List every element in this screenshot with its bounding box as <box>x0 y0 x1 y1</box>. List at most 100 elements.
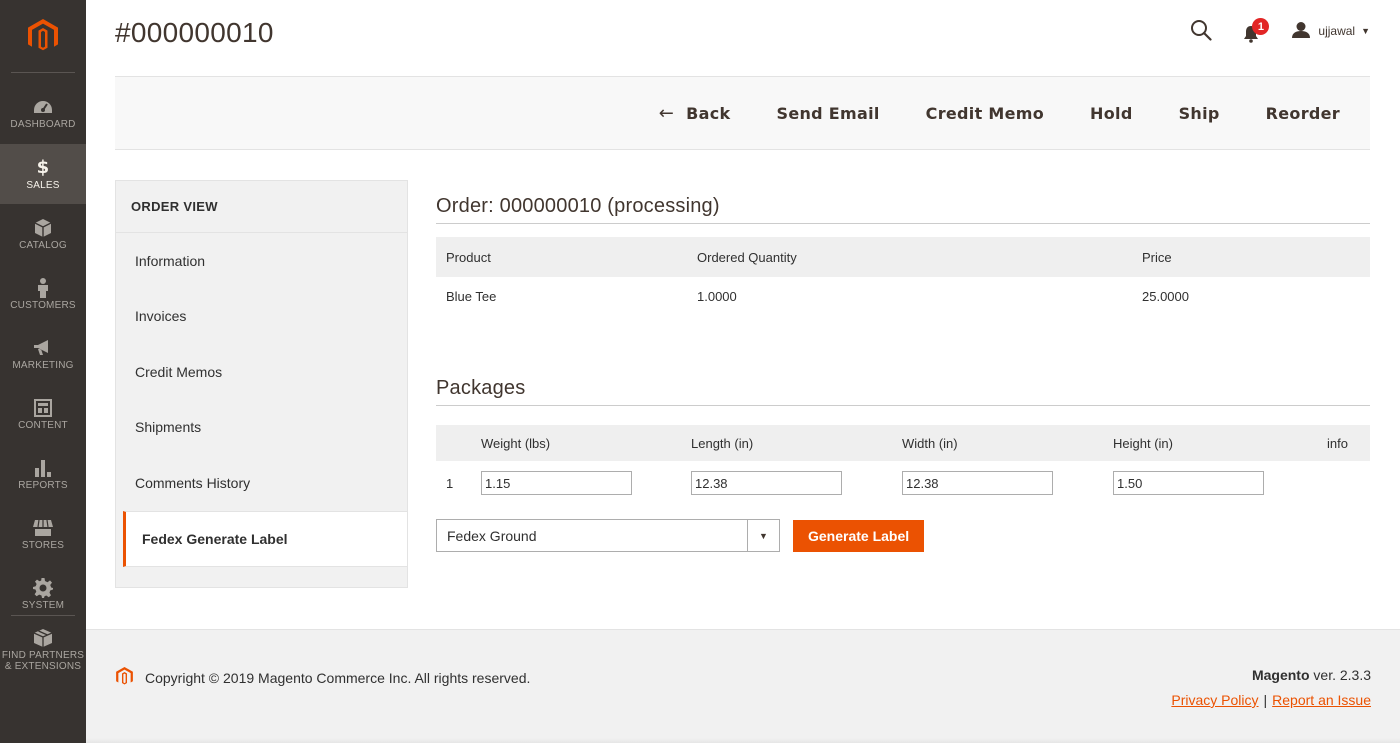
gear-icon <box>33 577 53 598</box>
package-index: 1 <box>446 475 454 491</box>
tabs-title: ORDER VIEW <box>116 181 407 233</box>
product-name: Blue Tee <box>446 288 497 304</box>
order-title: Order: 000000010 (processing) <box>436 195 1370 224</box>
column-header: Width (in) <box>902 435 958 451</box>
page-footer: Copyright © 2019 Magento Commerce Inc. A… <box>86 629 1400 743</box>
version-text: ver. 2.3.3 <box>1309 667 1371 683</box>
ship-button[interactable]: Ship <box>1179 104 1220 123</box>
person-icon <box>37 277 49 298</box>
menu-divider <box>11 72 75 73</box>
column-header: Weight (lbs) <box>481 435 551 451</box>
menu-label: STORES <box>21 539 65 551</box>
column-header: Ordered Quantity <box>697 249 797 265</box>
menu-item-stores[interactable]: STORES <box>0 504 86 564</box>
back-button[interactable]: ← Back <box>659 103 731 124</box>
menu-item-dashboard[interactable]: DASHBOARD <box>0 83 86 143</box>
weight-input[interactable] <box>481 471 632 495</box>
user-menu[interactable]: ujjawal ▼ <box>1292 21 1370 41</box>
table-row: 1 <box>436 461 1370 505</box>
megaphone-icon <box>34 338 52 358</box>
bottom-edge <box>86 738 1400 743</box>
user-icon <box>1292 21 1311 41</box>
magento-logo-icon <box>28 19 58 51</box>
page-actions-bar: ← Back Send Email Credit Memo Hold Ship … <box>115 77 1370 150</box>
tab-comments-history[interactable]: Comments History <box>116 455 407 511</box>
tab-information[interactable]: Information <box>116 233 407 289</box>
menu-divider <box>11 615 75 616</box>
search-icon[interactable] <box>1190 19 1214 43</box>
dollar-icon: $ <box>36 157 50 178</box>
username: ujjawal <box>1318 24 1356 38</box>
magento-logo-icon <box>116 667 133 689</box>
order-view-tabs: ORDER VIEW Information Invoices Credit M… <box>115 180 408 588</box>
menu-item-sales[interactable]: $ SALES <box>0 144 86 204</box>
menu-label: SALES <box>26 179 60 191</box>
column-header: info <box>1327 435 1348 451</box>
menu-label: CONTENT <box>18 419 68 431</box>
notifications-bell[interactable]: 1 <box>1242 17 1270 45</box>
page-title: #000000010 <box>115 17 274 48</box>
price: 25.0000 <box>1142 288 1189 304</box>
footer-version: Magento ver. 2.3.3 Privacy Policy | Report… <box>1171 667 1371 708</box>
menu-label: CATALOG <box>19 239 67 251</box>
height-input[interactable] <box>1113 471 1264 495</box>
box-icon <box>35 218 51 238</box>
width-input[interactable] <box>902 471 1053 495</box>
menu-label: MARKETING <box>12 359 74 371</box>
tab-credit-memos[interactable]: Credit Memos <box>116 344 407 400</box>
credit-memo-button[interactable]: Credit Memo <box>926 104 1044 123</box>
notification-badge: 1 <box>1252 18 1270 35</box>
selected-shipping-method: Fedex Ground <box>447 527 537 544</box>
packages-table: Weight (lbs) Length (in) Width (in) Heig… <box>436 425 1370 505</box>
back-label: Back <box>686 104 731 123</box>
link-separator: | <box>1263 692 1268 708</box>
menu-item-marketing[interactable]: MARKETING <box>0 324 86 384</box>
shipping-controls: Fedex Ground ▼ Generate Label <box>436 519 925 552</box>
menu-item-catalog[interactable]: CATALOG <box>0 204 86 264</box>
menu-label: REPORTS <box>18 479 68 491</box>
footer-copyright: Copyright © 2019 Magento Commerce Inc. A… <box>116 667 530 689</box>
brand-name: Magento <box>1251 667 1310 683</box>
menu-label: FIND PARTNERS <box>1 650 85 661</box>
tab-fedex-generate-label[interactable]: Fedex Generate Label <box>123 510 407 567</box>
hold-button[interactable]: Hold <box>1090 104 1133 123</box>
length-input[interactable] <box>691 471 842 495</box>
menu-label: & EXTENSIONS <box>4 661 82 672</box>
header-actions: 1 ujjawal ▼ <box>1190 16 1370 46</box>
bar-chart-icon <box>34 458 52 478</box>
table-header: Product Ordered Quantity Price <box>436 237 1370 277</box>
column-header: Height (in) <box>1113 435 1173 451</box>
column-header: Length (in) <box>691 435 754 451</box>
order-items-table: Product Ordered Quantity Price Blue Tee … <box>436 237 1370 315</box>
report-issue-link[interactable]: Report an Issue <box>1272 692 1371 708</box>
magento-logo[interactable] <box>0 0 86 72</box>
reorder-button[interactable]: Reorder <box>1266 104 1340 123</box>
menu-label: CUSTOMERS <box>10 299 76 311</box>
shipping-method-select[interactable]: Fedex Ground ▼ <box>436 519 780 552</box>
tab-invoices[interactable]: Invoices <box>116 289 407 345</box>
table-row: Blue Tee 1.0000 25.0000 <box>436 277 1370 315</box>
send-email-button[interactable]: Send Email <box>777 104 880 123</box>
ordered-quantity: 1.0000 <box>697 288 737 304</box>
arrow-left-icon: ← <box>658 103 675 124</box>
storefront-icon <box>33 518 53 538</box>
privacy-policy-link[interactable]: Privacy Policy <box>1171 692 1258 708</box>
menu-item-reports[interactable]: REPORTS <box>0 444 86 504</box>
tab-shipments[interactable]: Shipments <box>116 400 407 456</box>
dashboard-icon <box>33 97 53 117</box>
menu-label: SYSTEM <box>21 599 65 611</box>
chevron-down-icon: ▼ <box>1361 26 1370 36</box>
column-header: Price <box>1142 249 1172 265</box>
generate-label-button[interactable]: Generate Label <box>793 519 925 552</box>
menu-item-content[interactable]: CONTENT <box>0 384 86 444</box>
packages-title: Packages <box>436 377 1370 406</box>
admin-menu: DASHBOARD $ SALES CATALOG CUSTOMERS MARK… <box>0 0 86 743</box>
menu-item-find-partners[interactable]: FIND PARTNERS & EXTENSIONS <box>0 622 86 678</box>
menu-label: DASHBOARD <box>10 118 76 130</box>
menu-item-customers[interactable]: CUSTOMERS <box>0 264 86 324</box>
copyright-text: Copyright © 2019 Magento Commerce Inc. A… <box>145 670 531 686</box>
column-header: Product <box>446 249 491 265</box>
table-header: Weight (lbs) Length (in) Width (in) Heig… <box>436 425 1370 461</box>
layout-icon <box>34 398 52 418</box>
chevron-down-icon: ▼ <box>747 520 779 551</box>
